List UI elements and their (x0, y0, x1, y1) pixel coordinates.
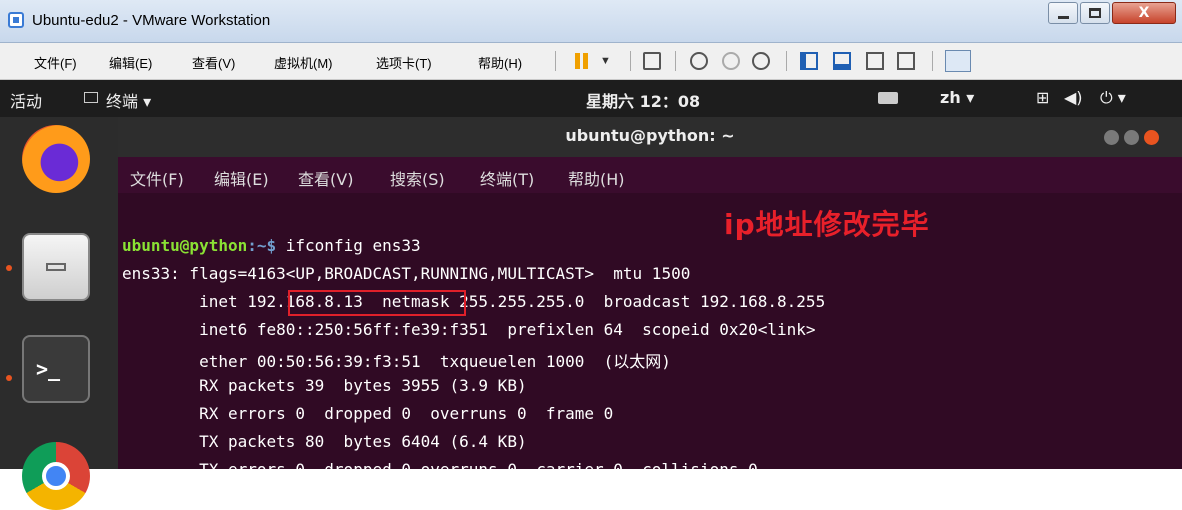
minimize-icon (1058, 16, 1069, 19)
output-line: RX packets 39 bytes 3955 (3.9 KB) (122, 376, 527, 395)
vmware-app-icon (8, 12, 24, 28)
close-button[interactable] (1144, 130, 1159, 145)
output-line: inet 192.168.8.13 netmask 255.255.255.0 … (122, 292, 826, 311)
terminal-menu-file[interactable]: 文件(F) (130, 166, 184, 190)
toolbar-separator (786, 51, 787, 71)
output-line: TX errors 0 dropped 0 overruns 0 carrier… (122, 460, 758, 469)
activities-button[interactable]: 活动 (10, 88, 42, 112)
toolbar-separator (675, 51, 676, 71)
firefox-icon[interactable] (22, 125, 90, 193)
menu-help[interactable]: 帮助(H) (478, 53, 522, 72)
prompt-user: ubuntu@python (122, 236, 248, 255)
prompt-path: :~$ (247, 236, 277, 255)
app-menu[interactable]: 终端 ▾ (106, 88, 151, 112)
menu-file[interactable]: 文件(F) (34, 53, 77, 72)
output-line: TX packets 80 bytes 6404 (6.4 KB) (122, 432, 527, 451)
fullscreen-icon[interactable] (833, 52, 851, 70)
terminal-menu-search[interactable]: 搜索(S) (390, 166, 445, 190)
terminal-small-icon (84, 92, 98, 103)
toolbar-separator (555, 51, 556, 71)
network-icon[interactable]: ⊞ (1036, 88, 1049, 107)
output-line: ether 00:50:56:39:f3:51 txqueuelen 1000 … (122, 352, 671, 371)
terminal-menu-edit[interactable]: 编辑(E) (214, 166, 269, 190)
terminal-menu-help[interactable]: 帮助(H) (568, 166, 625, 190)
terminal-title: ubuntu@python: ~ (565, 126, 735, 145)
toolbar-separator (630, 51, 631, 71)
output-line: RX errors 0 dropped 0 overruns 0 frame 0 (122, 404, 614, 423)
maximize-button[interactable] (1124, 130, 1139, 145)
volume-icon[interactable]: ◀) (1064, 88, 1083, 107)
snapshot-revert-icon[interactable] (722, 52, 740, 70)
library-icon[interactable] (945, 50, 971, 72)
terminal-menu-view[interactable]: 查看(V) (298, 166, 353, 190)
snapshot-icon[interactable] (690, 52, 708, 70)
vmware-title-bar: Ubuntu-edu2 - VMware Workstation X (0, 0, 1182, 43)
menu-vm[interactable]: 虚拟机(M) (274, 53, 333, 72)
pause-icon[interactable] (573, 52, 591, 70)
snapshot-manager-icon[interactable] (752, 52, 770, 70)
running-indicator (6, 265, 12, 271)
ubuntu-dock: >_ (0, 117, 118, 510)
vmware-menu-bar: 文件(F) 编辑(E) 查看(V) 虚拟机(M) 选项卡(T) 帮助(H) ▼ (0, 43, 1182, 80)
terminal-menu-bar: 文件(F) 编辑(E) 查看(V) 搜索(S) 终端(T) 帮助(H) (118, 157, 1182, 193)
toolbar-separator (932, 51, 933, 71)
files-icon[interactable] (22, 233, 90, 301)
menu-view[interactable]: 查看(V) (192, 53, 235, 72)
running-indicator (6, 375, 12, 381)
network-icon[interactable] (643, 52, 661, 70)
input-method[interactable]: zh ▾ (940, 88, 974, 107)
clock[interactable]: 星期六 12：08 (586, 88, 700, 112)
power-icon[interactable]: ⏻ ▾ (1100, 88, 1126, 108)
window-title: Ubuntu-edu2 - VMware Workstation (32, 12, 271, 29)
dropdown-icon[interactable]: ▼ (600, 55, 618, 73)
gnome-top-bar: 活动 终端 ▾ 星期六 12：08 zh ▾ ⊞ ◀) ⏻ ▾ (0, 80, 1182, 117)
terminal-menu-terminal[interactable]: 终端(T) (480, 166, 534, 190)
output-line: ens33: flags=4163<UP,BROADCAST,RUNNING,M… (122, 264, 691, 283)
menu-tabs[interactable]: 选项卡(T) (376, 53, 432, 72)
maximize-icon (1089, 8, 1101, 18)
unity-icon[interactable] (866, 52, 884, 70)
terminal-icon[interactable]: >_ (22, 335, 90, 403)
console-view-icon[interactable] (800, 52, 818, 70)
output-line: inet6 fe80::250:56ff:fe39:f351 prefixlen… (122, 320, 816, 339)
terminal-titlebar: ubuntu@python: ~ (118, 117, 1182, 157)
minimize-button[interactable] (1048, 2, 1078, 24)
keyboard-icon[interactable] (878, 92, 898, 104)
close-button[interactable]: X (1112, 2, 1176, 24)
menu-edit[interactable]: 编辑(E) (109, 53, 152, 72)
command-line: ubuntu@python:~$ ifconfig ens33 (122, 236, 421, 255)
terminal-output[interactable]: ubuntu@python:~$ ifconfig ens33 ens33: f… (118, 193, 1182, 469)
minimize-button[interactable] (1104, 130, 1119, 145)
annotation-text: ip地址修改完毕 (724, 208, 930, 241)
chrome-icon[interactable] (22, 442, 90, 510)
no-view-icon[interactable] (897, 52, 915, 70)
ip-highlight-box (288, 290, 466, 316)
maximize-button[interactable] (1080, 2, 1110, 24)
command-text: ifconfig ens33 (276, 236, 421, 255)
